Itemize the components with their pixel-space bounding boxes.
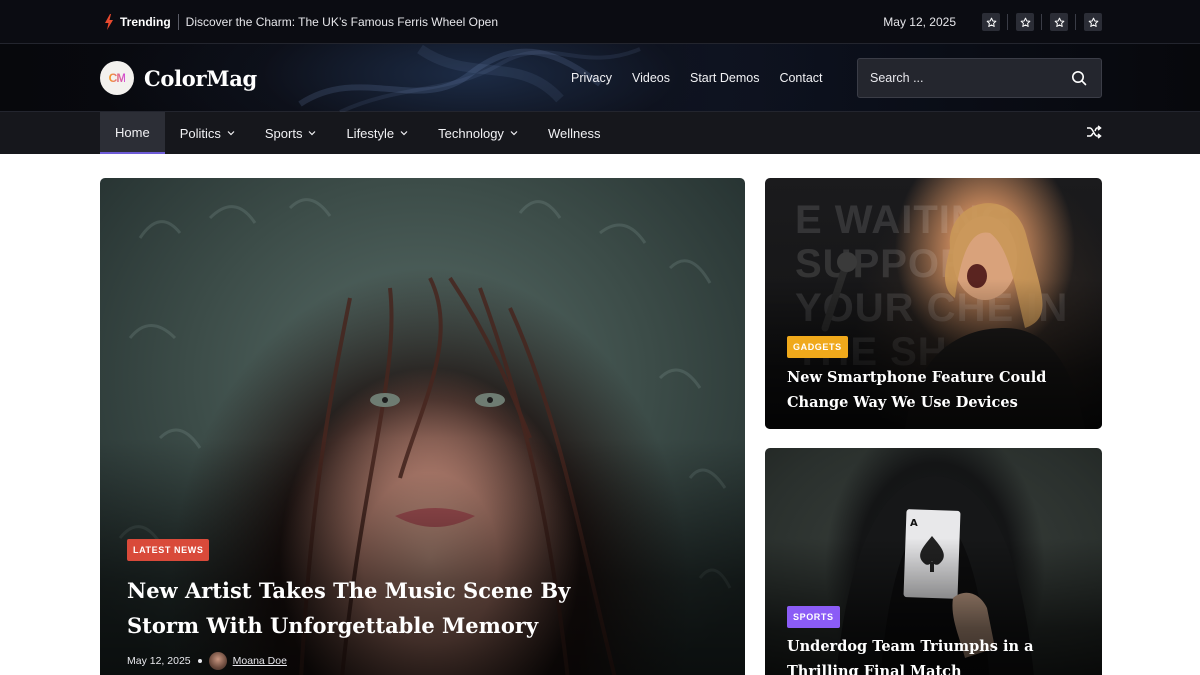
post-title[interactable]: Underdog Team Triumphs in a Thrilling Fi… <box>787 634 1087 675</box>
site-logo[interactable]: CM ColorMag <box>100 61 257 95</box>
logo-initials: CM <box>108 71 127 85</box>
chevron-down-icon <box>510 131 518 136</box>
logo-mark: CM <box>100 61 134 95</box>
chevron-down-icon <box>400 131 408 136</box>
bolt-icon <box>105 14 113 30</box>
featured-post-card[interactable]: LATEST NEWS New Artist Takes The Music S… <box>100 178 745 675</box>
nav-item-label: Sports <box>264 125 303 141</box>
shuffle-icon[interactable] <box>1086 124 1102 140</box>
nav-item-label: Home <box>115 124 150 140</box>
side-post-card[interactable]: A SPORTS Underdog Team Triumphs in a Thr… <box>765 448 1102 675</box>
social-link-3[interactable] <box>1041 13 1068 31</box>
search-box <box>857 58 1102 98</box>
category-badge[interactable]: SPORTS <box>787 606 840 628</box>
nav-item-label: Lifestyle <box>346 125 395 141</box>
current-date: May 12, 2025 <box>883 15 956 29</box>
nav-item-label: Wellness <box>547 125 601 141</box>
divider <box>1007 14 1008 30</box>
star-icon <box>1020 17 1030 27</box>
search-input[interactable] <box>858 59 1068 97</box>
main-navigation: Home Politics Sports Lifestyle Technolog… <box>0 112 1200 154</box>
social-link-2[interactable] <box>1007 13 1034 31</box>
star-icon <box>1054 17 1064 27</box>
divider <box>177 14 179 30</box>
social-link-1[interactable] <box>982 13 1000 31</box>
site-header: CM ColorMag Privacy Videos Start Demos C… <box>0 44 1200 112</box>
post-title[interactable]: New Artist Takes The Music Scene By Stor… <box>127 573 607 643</box>
chevron-down-icon <box>309 131 316 136</box>
nav-item-sports[interactable]: Sports <box>250 112 332 154</box>
nav-item-politics[interactable]: Politics <box>165 112 250 154</box>
svg-text:A: A <box>910 518 918 529</box>
trending-headline-link[interactable]: Discover the Charm: The UK’s Famous Ferr… <box>186 15 498 29</box>
header-nav: Privacy Videos Start Demos Contact <box>571 44 843 112</box>
nav-item-technology[interactable]: Technology <box>423 112 533 154</box>
header-link-start-demos[interactable]: Start Demos <box>690 71 759 85</box>
nav-item-label: Politics <box>179 125 221 141</box>
chevron-down-icon <box>227 131 235 136</box>
site-name: ColorMag <box>144 65 257 91</box>
trending-label: Trending <box>120 15 171 29</box>
post-title[interactable]: New Smartphone Feature Could Change Way … <box>787 365 1087 415</box>
nav-item-home[interactable]: Home <box>100 112 165 154</box>
topbar-right: May 12, 2025 <box>883 0 1102 44</box>
category-badge[interactable]: GADGETS <box>787 336 848 358</box>
social-link-4[interactable] <box>1075 13 1102 31</box>
nav-item-label: Technology <box>438 125 504 141</box>
nav-item-lifestyle[interactable]: Lifestyle <box>331 112 423 154</box>
search-icon[interactable] <box>1071 70 1087 86</box>
header-link-privacy[interactable]: Privacy <box>571 71 612 85</box>
top-bar: Trending Discover the Charm: The UK’s Fa… <box>0 0 1200 44</box>
divider <box>1041 14 1042 30</box>
header-link-videos[interactable]: Videos <box>632 71 670 85</box>
post-meta: May 12, 2025 Moana Doe <box>127 652 287 670</box>
author-link[interactable]: Moana Doe <box>233 655 287 667</box>
category-badge[interactable]: LATEST NEWS <box>127 539 210 561</box>
star-icon <box>986 17 996 27</box>
star-icon <box>1088 17 1098 27</box>
meta-separator <box>197 659 202 663</box>
author-avatar <box>208 652 227 670</box>
trending-ticker: Trending Discover the Charm: The UK’s Fa… <box>104 0 498 44</box>
divider <box>1075 14 1076 30</box>
header-link-contact[interactable]: Contact <box>779 71 822 85</box>
nav-item-wellness[interactable]: Wellness <box>533 112 616 154</box>
side-post-card[interactable]: E WAITING SUPPORT YOUR CHE IN THE SH GAD… <box>765 178 1102 429</box>
post-date: May 12, 2025 <box>127 655 191 667</box>
